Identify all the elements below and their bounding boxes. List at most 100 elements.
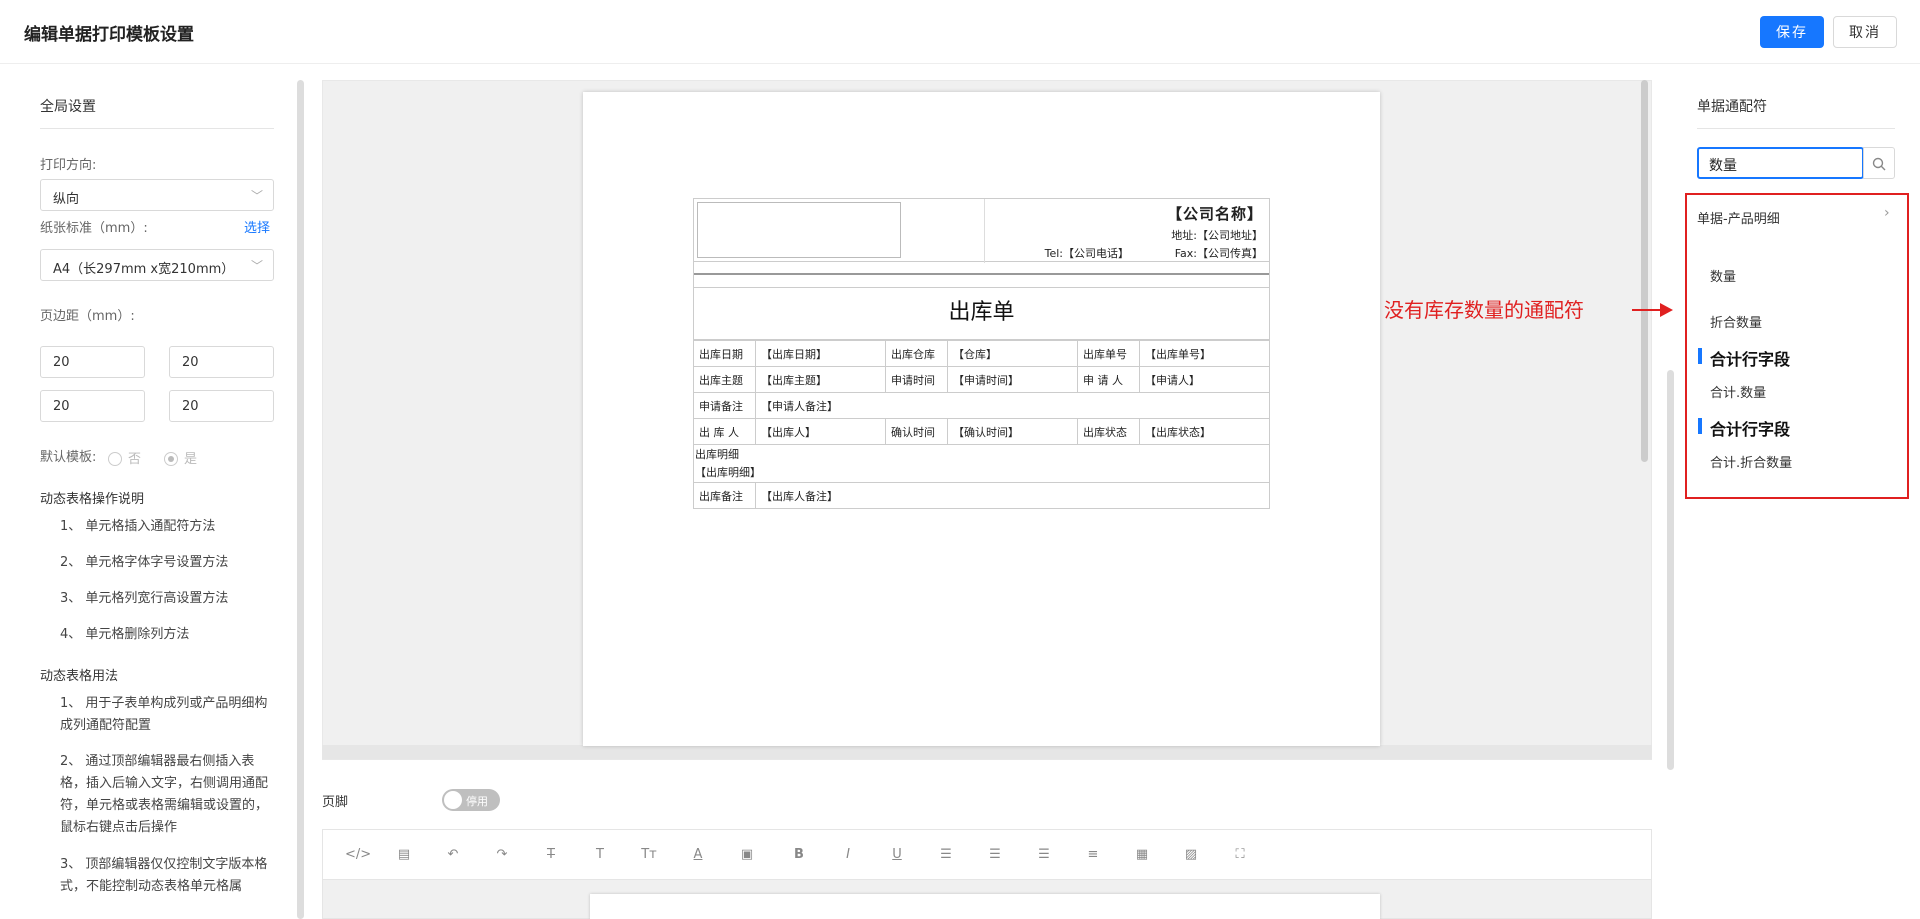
doc-table: 出库日期 【出库日期】 出库仓库 【仓库】 出库单号 【出库单号】 出库主题 【… [693, 340, 1270, 509]
ops-item[interactable]: 2、 单元格字体字号设置方法 [60, 552, 274, 574]
font-size-icon[interactable]: Tт [639, 846, 659, 864]
margin-bottom-input[interactable]: 20 [169, 346, 274, 378]
default-yes-radio[interactable]: 是 [164, 448, 197, 467]
cancel-button[interactable]: 取消 [1833, 16, 1897, 48]
align-left-icon[interactable]: ☰ [936, 846, 956, 864]
section-title: 合计行字段 [1710, 420, 1791, 439]
usage-item: 1、 用于子表单构成列或产品明细构成列通配符配置 [60, 696, 268, 733]
top-bar: 编辑单据打印模板设置 保存 取消 [0, 0, 1920, 64]
paper-select-link[interactable]: 选择 [244, 217, 270, 236]
undo-icon[interactable]: ↶ [443, 846, 463, 864]
margin-label: 页边距（mm）: [40, 309, 135, 324]
radio-checked-icon [164, 452, 178, 466]
font-color-icon[interactable]: A [688, 846, 708, 864]
bold-icon[interactable]: B [789, 846, 809, 864]
search-icon [1872, 157, 1886, 170]
annotation-text: 没有库存数量的通配符 [1384, 298, 1584, 322]
table-cell[interactable]: 出库主题 [693, 366, 756, 393]
doc-separator [693, 262, 1270, 288]
template-icon[interactable]: ▤ [394, 846, 414, 864]
app-root: 编辑单据打印模板设置 保存 取消 全局设置 打印方向: 纵向 ﹀ 纸张标准（mm… [0, 0, 1920, 919]
table-cell[interactable]: 出 库 人 [693, 418, 756, 445]
doc-title[interactable]: 出库单 [693, 288, 1270, 340]
table-icon[interactable]: ▦ [1132, 846, 1152, 864]
table-cell[interactable]: 出库仓库 [885, 340, 948, 367]
table-cell[interactable]: 【确认时间】 [947, 418, 1078, 445]
default-no-label: 否 [128, 452, 142, 467]
ops-item[interactable]: 4、 单元格删除列方法 [60, 624, 274, 646]
strikethrough-icon[interactable]: T [541, 846, 561, 864]
table-cell[interactable]: 出库单号 [1077, 340, 1140, 367]
fullscreen-icon[interactable]: ⛶ [1230, 846, 1250, 864]
table-cell[interactable]: 申请时间 [885, 366, 948, 393]
table-cell[interactable]: 确认时间 [885, 418, 948, 445]
table-cell[interactable]: 【出库状态】 [1139, 418, 1270, 445]
footer-toggle[interactable]: 停用 [442, 789, 500, 811]
margin-right-input[interactable]: 20 [169, 390, 274, 422]
chevron-right-icon[interactable]: › [1884, 205, 1890, 221]
usage-item: 2、 通过顶部编辑器最右侧插入表格，插入后输入文字，右侧调用通配符，单元格或表格… [60, 754, 269, 835]
align-center-icon[interactable]: ☰ [985, 846, 1005, 864]
table-cell[interactable]: 【申请时间】 [947, 366, 1078, 393]
logo-image-placeholder[interactable] [697, 202, 901, 258]
canvas-scrollbar[interactable] [1641, 80, 1648, 462]
margin-left-input[interactable]: 20 [40, 390, 145, 422]
table-cell[interactable]: 申请备注 [693, 392, 756, 419]
divider [40, 128, 274, 129]
table-cell[interactable]: 【仓库】 [947, 340, 1078, 367]
wildcard-search-input[interactable]: 数量 [1697, 147, 1864, 179]
table-cell[interactable]: 【申请人备注】 [755, 392, 1270, 419]
table-row: 出库明细 【出库明细】 [693, 444, 1270, 483]
detail-value: 【出库明细】 [695, 465, 761, 479]
divider [984, 199, 985, 263]
wildcard-item[interactable]: 合计.数量 [1710, 382, 1766, 401]
table-row: 出库主题 【出库主题】 申请时间 【申请时间】 申 请 人 【申请人】 [693, 366, 1270, 393]
company-fax[interactable]: Fax:【公司传真】 [1175, 245, 1263, 261]
company-name[interactable]: 【公司名称】 [1167, 203, 1263, 224]
wildcard-item[interactable]: 数量 [1710, 266, 1736, 285]
paper-size-select[interactable]: A4（长297mm x宽210mm） ﹀ [40, 249, 274, 281]
align-right-icon[interactable]: ☰ [1034, 846, 1054, 864]
default-no-radio[interactable]: 否 [108, 448, 141, 467]
table-cell[interactable]: 出库明细 【出库明细】 [693, 444, 1270, 483]
code-icon[interactable]: </> [345, 846, 371, 864]
canvas-horizontal-scrollbar[interactable] [322, 745, 1652, 759]
wildcard-item[interactable]: 合计.折合数量 [1710, 452, 1792, 471]
table-row: 出库备注 【出库人备注】 [693, 482, 1270, 509]
settings-panel: 全局设置 打印方向: 纵向 ﹀ 纸张标准（mm）: 选择 A4（长297mm x… [40, 64, 280, 919]
ops-item[interactable]: 3、 单元格列宽行高设置方法 [60, 588, 274, 610]
table-cell[interactable]: 出库日期 [693, 340, 756, 367]
chevron-down-icon: ﹀ [250, 259, 263, 273]
background-color-icon[interactable]: ▣ [737, 846, 757, 864]
table-cell[interactable]: 【出库单号】 [1139, 340, 1270, 367]
image-icon[interactable]: ▨ [1181, 846, 1201, 864]
ops-title: 动态表格操作说明 [40, 492, 145, 507]
paper-size-label: 纸张标准（mm）: [40, 221, 148, 236]
table-cell[interactable]: 【出库人备注】 [755, 482, 1270, 509]
wildcard-item[interactable]: 折合数量 [1710, 312, 1762, 331]
table-cell[interactable]: 出库备注 [693, 482, 756, 509]
divider [1697, 128, 1895, 129]
ops-item[interactable]: 1、 单元格插入通配符方法 [60, 516, 274, 538]
justify-icon[interactable]: ≡ [1083, 846, 1103, 864]
search-button[interactable] [1863, 147, 1895, 179]
margin-top-input[interactable]: 20 [40, 346, 145, 378]
company-tel[interactable]: Tel:【公司电话】 [1045, 245, 1129, 261]
print-orientation-select[interactable]: 纵向 ﹀ [40, 179, 274, 211]
underline-icon[interactable]: U [887, 846, 907, 864]
table-cell[interactable]: 【出库日期】 [755, 340, 886, 367]
save-button[interactable]: 保存 [1760, 16, 1824, 48]
toggle-knob [444, 791, 462, 809]
wildcard-category[interactable]: 单据-产品明细 [1697, 208, 1780, 227]
company-address[interactable]: 地址:【公司地址】 [1171, 227, 1263, 243]
italic-icon[interactable]: I [838, 846, 858, 864]
right-scrollbar[interactable] [1667, 370, 1674, 770]
table-cell[interactable]: 出库状态 [1077, 418, 1140, 445]
table-cell[interactable]: 【申请人】 [1139, 366, 1270, 393]
left-scrollbar[interactable] [297, 80, 304, 919]
redo-icon[interactable]: ↷ [492, 846, 512, 864]
table-cell[interactable]: 【出库主题】 [755, 366, 886, 393]
table-cell[interactable]: 【出库人】 [755, 418, 886, 445]
text-icon[interactable]: T [590, 846, 610, 864]
table-cell[interactable]: 申 请 人 [1077, 366, 1140, 393]
